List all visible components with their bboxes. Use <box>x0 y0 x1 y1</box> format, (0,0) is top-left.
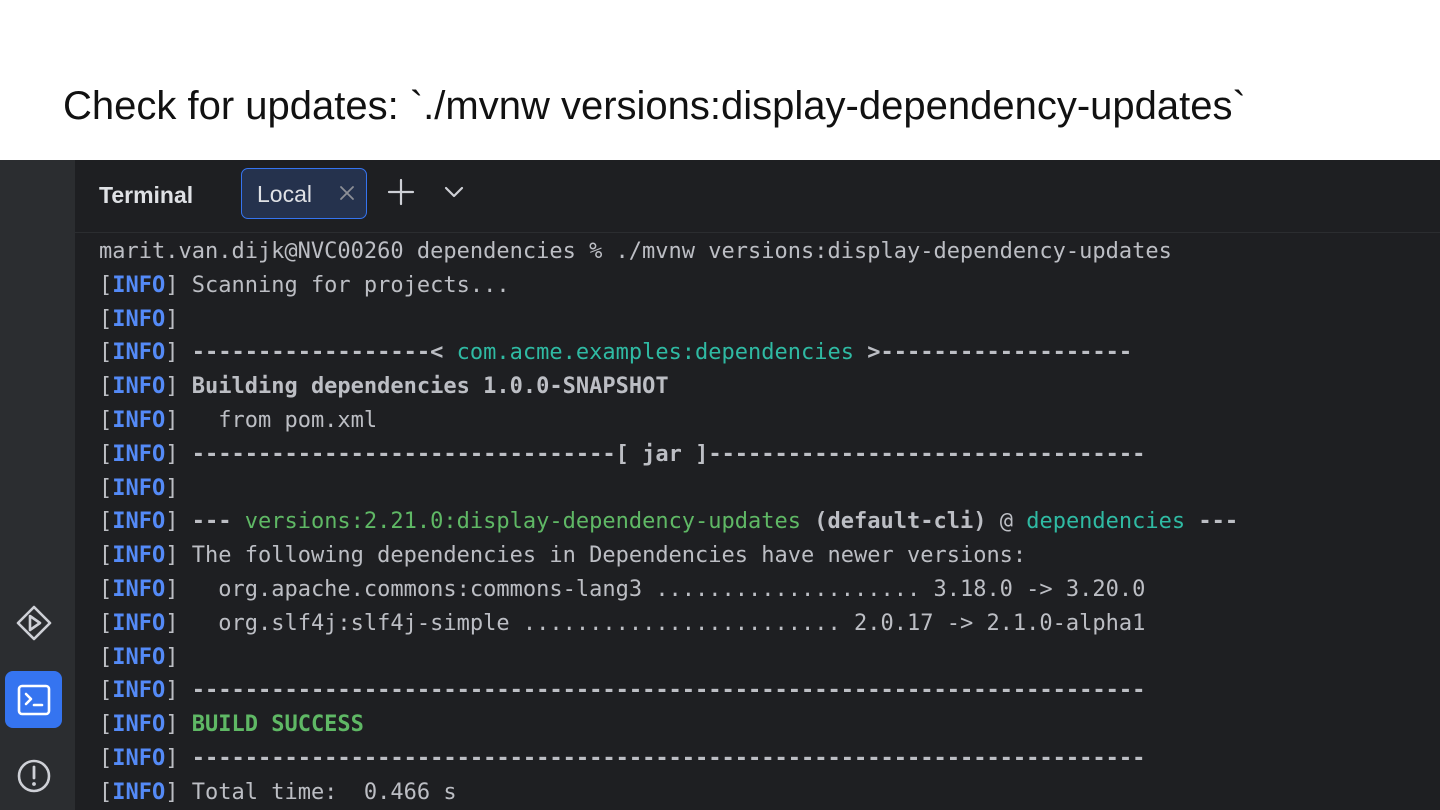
problems-tool-button[interactable] <box>5 747 62 804</box>
line-text: from pom.xml <box>191 407 378 433</box>
line-text: ------------------< <box>191 340 457 366</box>
run-services-icon <box>16 605 51 640</box>
close-icon[interactable] <box>338 184 356 202</box>
terminal-line: [INFO] Scanning for projects... <box>99 272 510 298</box>
info-tag: INFO <box>112 306 166 332</box>
line-text: @ <box>986 509 1027 535</box>
line-text: Scanning for projects... <box>191 272 510 298</box>
module-name: dependencies <box>1026 509 1186 535</box>
plugin-goal: versions:2.21.0:display-dependency-updat… <box>244 509 802 535</box>
line-text: ]--------------------------------- <box>681 441 1146 467</box>
info-tag: INFO <box>112 678 166 704</box>
tool-window-title: Terminal <box>99 182 194 208</box>
info-tag: INFO <box>112 576 166 602</box>
info-tag: INFO <box>112 779 166 805</box>
terminal-panel: Terminal Local marit.van.dijk@NVC00260 d… <box>75 160 1440 810</box>
dependency-update: org.slf4j:slf4j-simple .................… <box>191 610 1146 636</box>
project-id: com.acme.examples:dependencies <box>456 340 854 366</box>
line-text: --------------------------------[ <box>191 441 643 467</box>
execution-id: (default-cli) <box>801 509 987 535</box>
terminal-line: [INFO] The following dependencies in Dep… <box>99 543 1027 569</box>
separator: ----------------------------------------… <box>191 678 1146 704</box>
info-tag: INFO <box>112 441 166 467</box>
terminal-line: [INFO] BUILD SUCCESS <box>99 712 364 738</box>
info-tag: INFO <box>112 340 166 366</box>
terminal-output[interactable]: marit.van.dijk@NVC00260 dependencies % .… <box>99 235 1429 810</box>
info-tag: INFO <box>112 543 166 569</box>
line-text: --- <box>1185 509 1239 535</box>
terminal-line: [INFO] from pom.xml <box>99 407 378 433</box>
packaging: jar <box>642 441 682 467</box>
terminal-line: [INFO] org.apache.commons:commons-lang3 … <box>99 576 1146 602</box>
problems-icon <box>17 759 50 792</box>
ide-window: Terminal Local marit.van.dijk@NVC00260 d… <box>0 160 1440 810</box>
terminal-line: [INFO] ------------------< com.acme.exam… <box>99 340 1133 366</box>
tab-label: Local <box>257 181 312 207</box>
line-text: Building dependencies 1.0.0-SNAPSHOT <box>191 374 669 400</box>
line-text: >------------------- <box>854 340 1133 366</box>
terminal-line: [INFO] <box>99 644 179 670</box>
dependency-update: org.apache.commons:commons-lang3 .......… <box>191 576 1146 602</box>
terminal-line: [INFO] org.slf4j:slf4j-simple ..........… <box>99 610 1146 636</box>
line-text: The following dependencies in Dependenci… <box>191 543 1027 569</box>
terminal-line: [INFO] ---------------------------------… <box>99 678 1146 704</box>
chevron-down-icon[interactable] <box>443 181 465 203</box>
tool-window-stripe <box>0 160 74 810</box>
info-tag: INFO <box>112 644 166 670</box>
slide-title: Check for updates: `./mvnw versions:disp… <box>63 84 1246 128</box>
info-tag: INFO <box>112 745 166 771</box>
info-tag: INFO <box>112 712 166 738</box>
line-text: Total time: 0.466 s <box>191 779 457 805</box>
terminal-icon <box>17 684 50 715</box>
add-icon[interactable] <box>387 178 415 206</box>
info-tag: INFO <box>112 475 166 501</box>
separator: ----------------------------------------… <box>191 745 1146 771</box>
terminal-prompt-line: marit.van.dijk@NVC00260 dependencies % .… <box>99 239 1172 264</box>
terminal-line: [INFO] --------------------------------[… <box>99 441 1146 467</box>
terminal-line: [INFO] ---------------------------------… <box>99 745 1146 771</box>
terminal-line: [INFO] <box>99 475 179 501</box>
terminal-line: [INFO] --- versions:2.21.0:display-depen… <box>99 509 1239 535</box>
terminal-tool-button[interactable] <box>5 671 62 728</box>
build-status: BUILD SUCCESS <box>191 712 364 738</box>
terminal-line: [INFO] Building dependencies 1.0.0-SNAPS… <box>99 374 669 400</box>
info-tag: INFO <box>112 407 166 433</box>
services-tool-button[interactable] <box>5 594 62 651</box>
info-tag: INFO <box>112 610 166 636</box>
tab-local[interactable]: Local <box>241 168 367 219</box>
info-tag: INFO <box>112 374 166 400</box>
terminal-line: [INFO] <box>99 306 179 332</box>
terminal-line: [INFO] Total time: 0.466 s <box>99 779 457 805</box>
terminal-tab-bar: Terminal Local <box>75 160 1440 233</box>
info-tag: INFO <box>112 272 166 298</box>
line-text: --- <box>191 509 245 535</box>
info-tag: INFO <box>112 509 166 535</box>
